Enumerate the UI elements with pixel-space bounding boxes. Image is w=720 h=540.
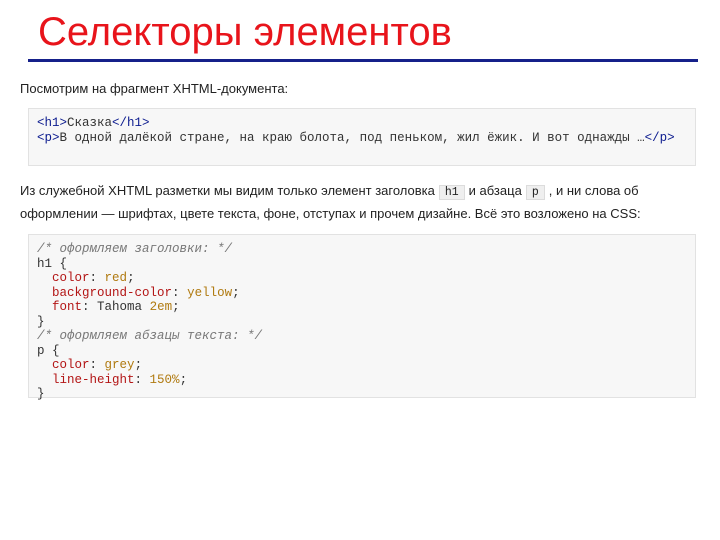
explanation-part2: и абзаца [468,183,522,198]
css-rule-line-height: line-height: 150%; [52,372,188,387]
css-selector-p-line: p { [37,344,687,359]
css-val: 150% [149,372,180,387]
p-text: В одной далёкой стране, на краю болота, … [59,130,645,145]
css-rule-background: background-color: yellow; [52,285,240,300]
explanation-part1: Из служебной XHTML разметки мы видим тол… [20,183,435,198]
h1-open-tag: <h1> [37,116,68,130]
css-val: yellow [187,285,233,300]
explanation-text: Из служебной XHTML разметки мы видим тол… [20,180,712,224]
css-prop: color [52,358,90,372]
css-rule-color: color: red; [52,271,135,285]
h1-text: Сказка [67,116,113,130]
inline-code-h1: h1 [438,185,465,200]
title-underline [28,59,698,62]
css-selector-h1-line: h1 { [37,257,687,272]
css-open-brace: { [44,343,60,358]
slide-content: Посмотрим на фрагмент XHTML-документа: <… [20,78,712,401]
css-val: red [104,271,128,285]
css-prop: font [52,300,83,314]
css-comment-paragraphs: /* оформляем абзацы текста: */ [37,329,263,343]
css-val-font-family: Tahoma [97,300,143,314]
css-comment-headings: /* оформляем заголовки: */ [37,242,233,256]
css-val: grey [104,358,135,372]
code-line-p: <p>В одной далёкой стране, на краю болот… [37,131,687,146]
slide-title: Селекторы элементов [38,10,452,54]
css-val-font-size: 2em [149,300,173,314]
html-code-block: <h1>Сказка</h1> <p>В одной далёкой стран… [28,108,696,166]
css-prop: background-color [52,285,173,300]
css-open-brace: { [52,256,68,271]
p-close-tag: </p> [644,130,675,145]
intro-text: Посмотрим на фрагмент XHTML-документа: [20,81,289,96]
css-code-block: /* оформляем заголовки: */ h1 { color: r… [28,234,696,401]
h1-close-tag: </h1> [112,116,150,130]
css-prop: color [52,271,90,285]
p-open-tag: <p> [37,130,60,145]
css-close-brace: } [37,314,45,329]
inline-code-p: p [525,185,545,200]
css-rule-color-p: color: grey; [52,358,143,372]
css-close-brace: } [37,387,45,401]
css-rule-font: font: Tahoma 2em; [52,300,180,314]
css-selector-p: p [37,343,45,358]
css-selector-h1: h1 [37,256,53,271]
css-prop: line-height [52,372,135,387]
code-line-h1: <h1>Сказка</h1> [37,116,687,131]
